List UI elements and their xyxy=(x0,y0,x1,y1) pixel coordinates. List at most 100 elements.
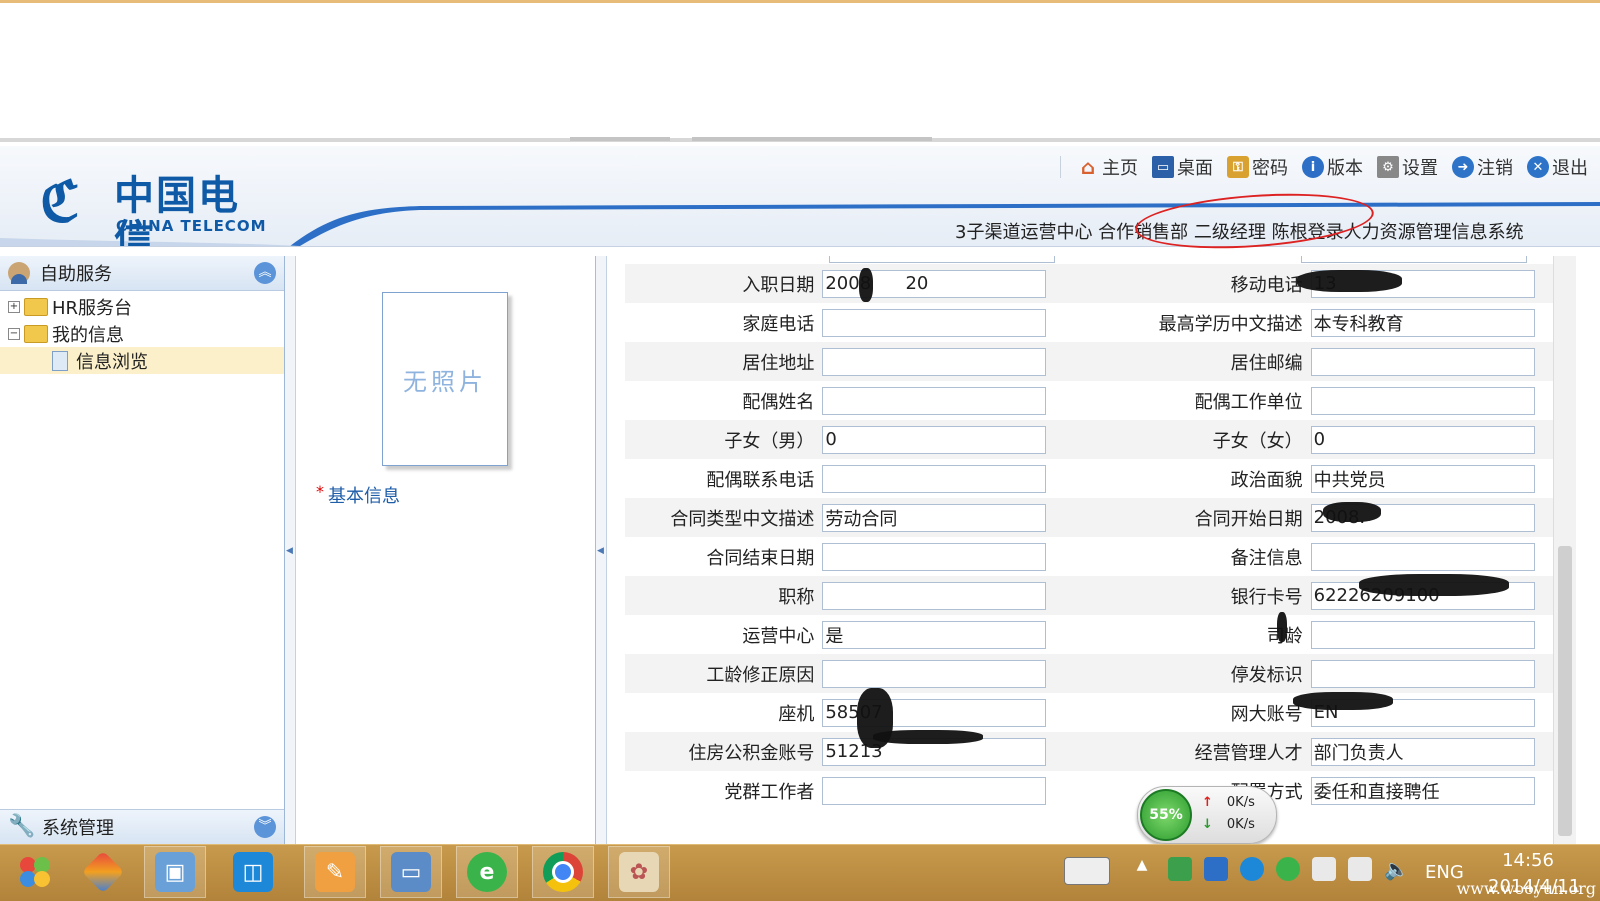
field-label: 家庭电话 xyxy=(742,313,815,335)
field-input[interactable] xyxy=(822,464,1047,493)
taskbar-app-chrome[interactable] xyxy=(532,846,594,898)
form-row: 合同结束日期 备注信息 xyxy=(625,537,1567,576)
sidebar-header-self-service[interactable]: 自助服务 ︽ xyxy=(0,256,284,291)
field-input[interactable] xyxy=(1310,464,1535,493)
tree-item-hr-service-desk[interactable]: + HR服务台 xyxy=(0,293,284,320)
form-row: 家庭电话 最高学历中文描述 xyxy=(625,303,1567,342)
field-label: 合同开始日期 xyxy=(1078,498,1311,537)
sidebar-footer-system-admin[interactable]: 🔧 系统管理 ︾ xyxy=(0,809,284,844)
folder-open-icon xyxy=(24,324,48,343)
form-row: 入职日期 移动电话 xyxy=(625,264,1567,303)
field-value xyxy=(1310,771,1567,810)
tree-item-my-info[interactable]: − 我的信息 xyxy=(0,320,284,347)
usage-gauge: 55% xyxy=(1140,789,1192,841)
taskbar-app-editor[interactable]: ✎ xyxy=(304,846,366,898)
field-input[interactable] xyxy=(1310,659,1535,688)
collapse-down-icon[interactable]: ︾ xyxy=(254,816,276,838)
taskbar-app-remote-desktop[interactable]: ▭ xyxy=(380,846,442,898)
taskbar-app-outlook[interactable]: ◫ xyxy=(222,846,284,898)
field-label: 居住邮编 xyxy=(1078,342,1311,381)
vertical-scrollbar[interactable] xyxy=(1553,256,1576,844)
tray-expand-icon[interactable]: ▲ xyxy=(1130,857,1154,881)
taskbar-app-paint[interactable]: ✿ xyxy=(608,846,670,898)
field-input[interactable] xyxy=(1310,425,1535,454)
arrow-left-icon[interactable]: ◀ xyxy=(286,546,293,556)
field-input[interactable] xyxy=(822,542,1047,571)
field-value xyxy=(822,303,1078,342)
logout-icon: ➜ xyxy=(1452,156,1474,178)
field-label: 司龄 xyxy=(1079,615,1311,654)
tray-wired-network-icon[interactable] xyxy=(1348,857,1372,881)
divider xyxy=(570,137,670,141)
redaction-mark xyxy=(1323,502,1381,522)
info-table: 入职日期 移动电话家庭电话 最高学历中文描述居住地址 居住邮编配偶姓名 配偶工作单位子女… xyxy=(625,264,1567,810)
field-value xyxy=(822,459,1078,498)
volume-icon[interactable]: 🔈 xyxy=(1384,857,1409,881)
field-label: 配偶联系电话 xyxy=(706,469,815,491)
field-value xyxy=(822,420,1079,459)
field-value xyxy=(822,498,1079,537)
paint-palette-icon: ✿ xyxy=(619,852,659,892)
settings-icon: ⚙ xyxy=(1377,156,1399,178)
nav-exit[interactable]: ✕ 退出 xyxy=(1523,154,1592,180)
form-row: 运营中心 司龄 xyxy=(625,615,1567,654)
field-input[interactable] xyxy=(1310,347,1535,376)
scrollbar-thumb[interactable] xyxy=(1558,546,1572,836)
field-input[interactable] xyxy=(822,581,1047,610)
field-input[interactable] xyxy=(1310,620,1535,649)
nav-version[interactable]: i 版本 xyxy=(1298,154,1367,180)
expand-icon[interactable]: + xyxy=(8,300,20,313)
field-input[interactable] xyxy=(1310,737,1535,766)
network-speed-widget[interactable]: 55% 0K/s 0K/s xyxy=(1137,786,1277,844)
field-input[interactable] xyxy=(1310,776,1535,805)
tree-item-info-browse[interactable]: 信息浏览 xyxy=(0,347,284,374)
taskbar-app-ie[interactable]: e xyxy=(456,846,518,898)
field-input[interactable] xyxy=(822,425,1047,454)
required-mark: * xyxy=(316,482,324,501)
field-input[interactable] xyxy=(822,620,1047,649)
field-input[interactable] xyxy=(822,776,1047,805)
field-input[interactable] xyxy=(822,698,1047,727)
taskbar-app-games[interactable] xyxy=(72,846,134,898)
panel-splitter[interactable]: ◀ xyxy=(596,256,607,844)
arrow-left-icon[interactable]: ◀ xyxy=(597,546,604,556)
field-input[interactable] xyxy=(822,503,1047,532)
form-row: 工龄修正原因 停发标识 xyxy=(625,654,1567,693)
field-label: 党群工作者 xyxy=(724,781,815,803)
field-input[interactable] xyxy=(822,347,1047,376)
sidebar-splitter[interactable]: ◀ xyxy=(285,256,296,844)
keyboard-icon[interactable] xyxy=(1064,857,1110,885)
collapse-icon[interactable]: − xyxy=(8,327,20,340)
nav-logout[interactable]: ➜ 注销 xyxy=(1448,154,1517,180)
logo-english-text: CHINA TELECOM xyxy=(116,217,267,235)
desktop-icon: ▭ xyxy=(1152,156,1174,178)
field-input[interactable] xyxy=(822,308,1047,337)
field-value xyxy=(1310,303,1567,342)
nav-home[interactable]: ⌂ 主页 xyxy=(1073,154,1142,180)
field-value xyxy=(822,654,1079,693)
field-label: 网大账号 xyxy=(1230,703,1303,725)
collapse-up-icon[interactable]: ︽ xyxy=(254,262,276,284)
field-label: 配偶工作单位 xyxy=(1194,391,1303,413)
tray-plus-icon[interactable] xyxy=(1276,857,1300,881)
nav-desktop[interactable]: ▭ 桌面 xyxy=(1148,154,1217,180)
nav-settings[interactable]: ⚙ 设置 xyxy=(1373,154,1442,180)
field-label: 银行卡号 xyxy=(1078,576,1311,615)
taskbar-app-virtualbox[interactable]: ▣ xyxy=(144,846,206,898)
field-input[interactable] xyxy=(822,659,1047,688)
basic-info-link[interactable]: * 基本信息 xyxy=(316,482,400,508)
field-input[interactable] xyxy=(1310,542,1535,571)
tray-e-icon[interactable] xyxy=(1240,857,1264,881)
chrome-icon xyxy=(543,852,583,892)
start-button[interactable] xyxy=(4,846,66,898)
tray-network-app-icon[interactable] xyxy=(1204,857,1228,881)
field-input[interactable] xyxy=(822,269,1047,298)
field-input[interactable] xyxy=(1310,308,1535,337)
tray-power-icon[interactable] xyxy=(1312,857,1336,881)
nav-password[interactable]: ⚿ 密码 xyxy=(1223,154,1292,180)
field-value xyxy=(1310,537,1567,576)
field-input[interactable] xyxy=(822,386,1047,415)
field-input[interactable] xyxy=(1310,386,1535,415)
field-label: 最高学历中文描述 xyxy=(1158,313,1303,335)
tray-security-icon[interactable] xyxy=(1168,857,1192,881)
